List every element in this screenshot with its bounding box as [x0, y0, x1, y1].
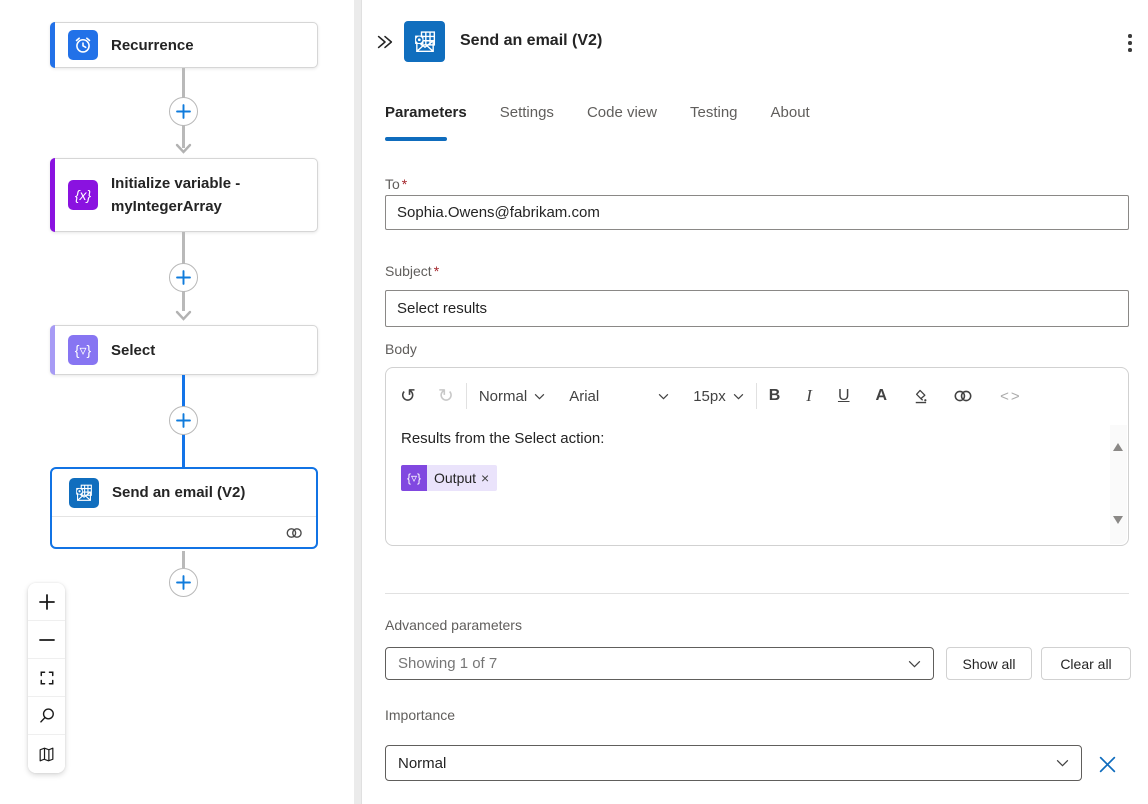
token-label: Output [434, 470, 477, 486]
panel-tabs: Parameters Settings Code view Testing Ab… [385, 104, 810, 133]
advanced-parameters-label: Advanced parameters [385, 617, 522, 633]
output-token-pill[interactable]: {▿} Output × [401, 465, 498, 491]
font-family-dropdown[interactable]: Arial [569, 388, 669, 405]
node-send-email[interactable]: Send an email (V2) [50, 467, 318, 549]
outlook-icon [404, 21, 445, 62]
body-rich-text-editor[interactable]: ↺ ↻ Normal Arial 15px B I U A <> Results… [385, 367, 1129, 546]
toolbar-divider [755, 383, 757, 409]
connector-arrow-icon [175, 143, 192, 154]
tab-parameters[interactable]: Parameters [385, 104, 467, 133]
tab-testing[interactable]: Testing [690, 104, 738, 133]
font-size-dropdown[interactable]: 15px [693, 388, 744, 405]
redo-icon[interactable]: ↻ [438, 387, 454, 406]
chevron-down-icon [1056, 759, 1069, 767]
node-label: Send an email (V2) [112, 484, 246, 501]
to-field-label: To * [385, 176, 408, 192]
required-asterisk: * [401, 176, 408, 192]
collapse-panel-button[interactable] [372, 29, 398, 55]
clear-importance-x-icon[interactable] [1094, 751, 1120, 777]
show-all-button[interactable]: Show all [946, 647, 1032, 680]
zoom-out-button[interactable] [28, 621, 65, 659]
body-field-label: Body [385, 341, 417, 357]
flow-designer: Recurrence {x} Initialize variable - myI… [0, 0, 1148, 804]
toolbar-divider [465, 383, 467, 409]
token-remove-icon[interactable]: × [481, 470, 489, 486]
text-style-dropdown[interactable]: Normal [479, 388, 545, 405]
select-braces-funnel-icon: {▿} [401, 465, 427, 491]
double-chevron-right-icon [377, 35, 393, 49]
node-label: Select [111, 341, 156, 359]
node-accent-bar [50, 22, 55, 68]
highlight-color-icon[interactable] [911, 387, 930, 406]
insert-step-button[interactable] [169, 568, 198, 597]
undo-icon[interactable]: ↺ [400, 387, 416, 406]
active-tab-underline [385, 137, 447, 141]
chevron-down-icon [908, 660, 921, 668]
node-select[interactable]: {▿} Select [50, 325, 318, 375]
tab-settings[interactable]: Settings [500, 104, 554, 133]
more-options-kebab-icon[interactable] [1118, 28, 1142, 58]
zoom-in-button[interactable] [28, 583, 65, 621]
node-label: Initialize variable - myIntegerArray [111, 175, 241, 215]
node-accent-bar [50, 158, 55, 232]
subject-input[interactable]: Select results [385, 290, 1129, 327]
italic-button[interactable]: I [806, 386, 812, 406]
node-recurrence[interactable]: Recurrence [50, 22, 318, 68]
advanced-parameters-dropdown[interactable]: Showing 1 of 7 [385, 647, 934, 680]
recurrence-clock-icon [68, 30, 98, 60]
font-color-button[interactable]: A [876, 387, 888, 405]
fit-view-icon[interactable] [28, 659, 65, 697]
to-input[interactable]: Sophia.Owens@fabrikam.com [385, 195, 1129, 230]
variable-braces-x-icon: {x} [68, 180, 98, 210]
canvas-panel-divider [354, 0, 361, 804]
insert-link-icon[interactable] [952, 388, 974, 404]
insert-step-button[interactable] [169, 263, 198, 292]
select-braces-funnel-icon: {▿} [68, 335, 98, 365]
importance-label: Importance [385, 707, 456, 723]
underline-button[interactable]: U [838, 387, 850, 405]
connector-line [182, 551, 185, 568]
bold-button[interactable]: B [769, 387, 781, 405]
connector-arrow-icon [175, 310, 192, 321]
tab-code-view[interactable]: Code view [587, 104, 657, 133]
minimap-icon[interactable] [28, 735, 65, 773]
importance-dropdown[interactable]: Normal [385, 745, 1082, 781]
clear-all-button[interactable]: Clear all [1041, 647, 1131, 680]
connection-rings-icon[interactable] [284, 525, 304, 541]
outlook-icon [69, 477, 99, 508]
section-divider [385, 593, 1129, 594]
insert-step-button[interactable] [169, 406, 198, 435]
rich-text-toolbar: ↺ ↻ Normal Arial 15px B I U A <> [386, 368, 1128, 409]
search-icon[interactable] [28, 697, 65, 735]
node-initialize-variable[interactable]: {x} Initialize variable - myIntegerArray [50, 158, 318, 232]
node-label: Recurrence [111, 36, 194, 54]
tab-about[interactable]: About [771, 104, 810, 133]
insert-step-button[interactable] [169, 97, 198, 126]
editor-scrollbar[interactable] [1110, 425, 1127, 544]
node-accent-bar [50, 325, 55, 375]
subject-field-label: Subject * [385, 263, 440, 279]
required-asterisk: * [433, 263, 440, 279]
body-text[interactable]: Results from the Select action: [401, 430, 604, 447]
panel-title: Send an email (V2) [460, 32, 603, 49]
canvas-zoom-toolbar [28, 583, 65, 773]
scroll-down-icon[interactable] [1113, 516, 1123, 524]
code-view-icon[interactable]: <> [1000, 388, 1022, 405]
scroll-up-icon[interactable] [1113, 443, 1123, 451]
